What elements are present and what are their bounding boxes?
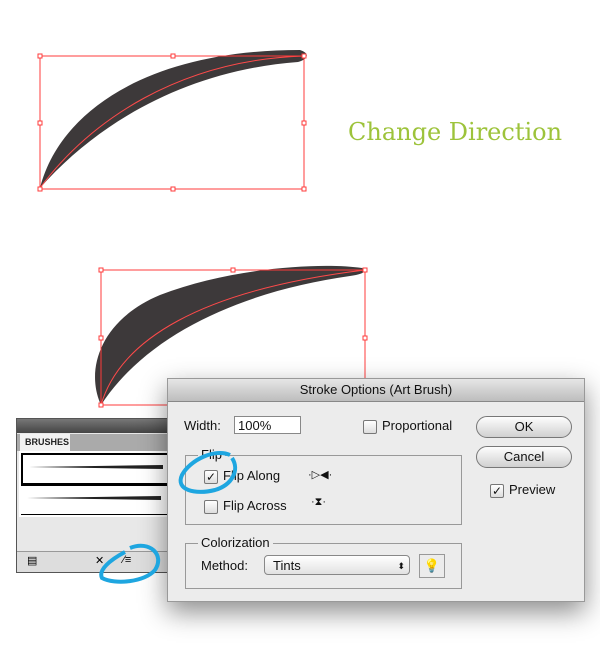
highlight-annotations (99, 451, 238, 584)
highlight-circle-stroke-options (99, 543, 161, 584)
highlight-circle-flip-along (178, 451, 238, 494)
